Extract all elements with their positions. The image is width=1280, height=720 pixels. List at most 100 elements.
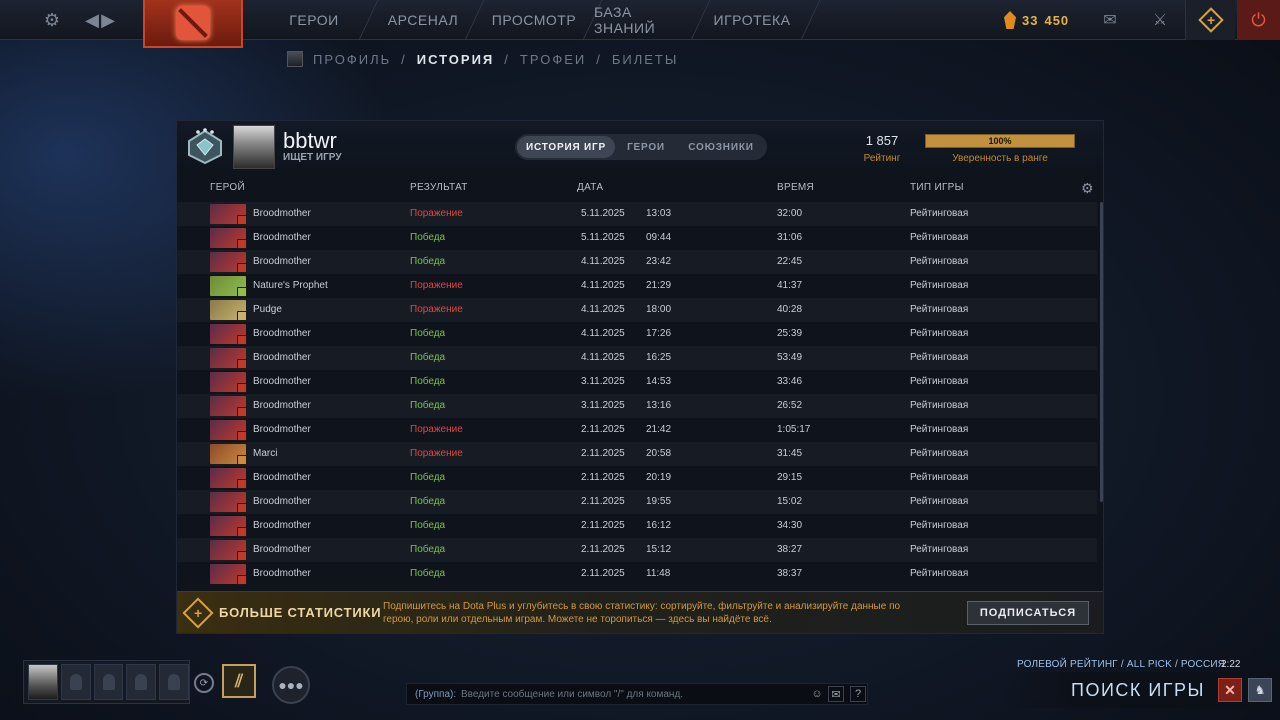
subnav-separator: / (504, 51, 510, 67)
subnav-tickets[interactable]: БИЛЕТЫ (612, 52, 679, 67)
role-badge-icon (237, 311, 247, 321)
match-date: 2.11.2025 (581, 544, 625, 555)
column-header-date[interactable]: ДАТА (577, 182, 603, 193)
match-result: Поражение (410, 208, 463, 219)
group-chat-icon[interactable]: ●●● (272, 666, 310, 704)
subnav-trophies[interactable]: ТРОФЕИ (520, 52, 586, 67)
nav-knowledge-base[interactable]: БАЗА ЗНАНИЙ (594, 0, 690, 40)
party-slot-empty[interactable] (159, 664, 189, 700)
table-row[interactable]: Broodmother Победа 2.11.2025 16:12 34:30 Рейт… (177, 514, 1097, 538)
rating-value: 1 857 (865, 133, 899, 148)
person-placeholder-icon (168, 674, 181, 690)
table-row[interactable]: Broodmother Победа 2.11.2025 15:12 38:27 Рейт… (177, 538, 1097, 562)
column-header-duration[interactable]: ВРЕМЯ (777, 182, 814, 193)
subnav-profile[interactable]: ПРОФИЛЬ (313, 52, 391, 67)
tab-match-history[interactable]: ИСТОРИЯ ИГР (517, 136, 615, 158)
table-row[interactable]: Broodmother Победа 2.11.2025 11:48 38:37 Рейт… (177, 562, 1097, 586)
hero-portrait-icon (210, 252, 247, 273)
nav-watch[interactable]: ПРОСМОТР (478, 0, 590, 40)
table-row[interactable]: Broodmother Победа 5.11.2025 09:44 31:06 Рейт… (177, 226, 1097, 250)
match-date: 2.11.2025 (581, 568, 625, 579)
tab-allies[interactable]: СОЮЗНИКИ (677, 136, 765, 158)
scrollbar[interactable] (1100, 202, 1103, 502)
refresh-icon[interactable]: ⟳ (194, 673, 214, 693)
column-header-result[interactable]: РЕЗУЛЬТАТ (410, 182, 468, 193)
subnav-history[interactable]: ИСТОРИЯ (417, 52, 495, 67)
hero-portrait-icon (210, 300, 247, 321)
cancel-search-button[interactable]: ✕ (1218, 678, 1242, 702)
column-header-hero[interactable]: ГЕРОЙ (210, 182, 245, 193)
table-row[interactable]: Pudge Поражение 4.11.2025 18:00 40:28 Рейтинг… (177, 298, 1097, 322)
hero-name: Broodmother (253, 544, 311, 555)
hero-portrait-icon (210, 492, 247, 513)
help-icon[interactable]: ? (850, 686, 866, 702)
match-result: Поражение (410, 304, 463, 315)
match-date: 2.11.2025 (581, 424, 625, 435)
queue-hero-icon[interactable]: ♞ (1248, 678, 1272, 702)
match-result: Победа (410, 352, 446, 363)
table-row[interactable]: Broodmother Победа 2.11.2025 19:55 15:02 Рейт… (177, 490, 1097, 514)
match-time: 21:29 (646, 280, 672, 291)
table-row[interactable]: Broodmother Поражение 2.11.2025 21:42 1:05:1… (177, 418, 1097, 442)
shards-thousands: 33 (1022, 12, 1039, 28)
avatar[interactable] (233, 125, 275, 169)
role-badge-icon (237, 407, 247, 417)
role-badge-icon (237, 359, 247, 369)
table-row[interactable]: Broodmother Победа 3.11.2025 14:53 33:46 Рейт… (177, 370, 1097, 394)
chat-channel-label[interactable]: (Группа): (415, 689, 456, 700)
match-date: 2.11.2025 (581, 472, 625, 483)
match-history-panel: bbtwr ИЩЕТ ИГРУ ИСТОРИЯ ИГР ГЕРОИ СОЮЗНИ… (176, 120, 1104, 634)
role-queue-icon[interactable]: ⫽ (222, 664, 256, 698)
nav-arsenal[interactable]: АРСЕНАЛ (372, 0, 474, 40)
nav-arcade[interactable]: ИГРОТЕКА (704, 0, 800, 40)
table-header: ГЕРОЙ РЕЗУЛЬТАТ ДАТА ВРЕМЯ ТИП ИГРЫ (177, 179, 1103, 199)
mail-icon[interactable]: ✉ (1098, 8, 1122, 32)
match-time: 15:12 (646, 544, 672, 555)
party-slot-empty[interactable] (126, 664, 157, 700)
table-row[interactable]: Marci Поражение 2.11.2025 20:58 31:45 Рейтинг… (177, 442, 1097, 466)
dota-plus-button[interactable]: + (1185, 0, 1235, 40)
shard-icon (1004, 11, 1016, 29)
table-row[interactable]: Broodmother Победа 4.11.2025 23:42 22:45 Рейт… (177, 250, 1097, 274)
match-duration: 15:02 (777, 496, 803, 507)
settings-gear-icon[interactable]: ⚙ (40, 8, 64, 32)
game-type: Рейтинговая (910, 304, 969, 315)
finding-match-label: ПОИСК ИГРЫ (1071, 680, 1205, 700)
tab-heroes[interactable]: ГЕРОИ (615, 136, 677, 158)
subnav-separator: / (401, 51, 407, 67)
party-slot-empty[interactable] (93, 664, 124, 700)
hero-portrait-icon (210, 468, 247, 489)
power-icon[interactable]: ⏻ (1237, 0, 1280, 40)
table-row[interactable]: Broodmother Победа 3.11.2025 13:16 26:52 Рейт… (177, 394, 1097, 418)
party-slot-self[interactable] (28, 664, 58, 700)
player-status: ИЩЕТ ИГРУ (283, 152, 342, 163)
match-date: 4.11.2025 (581, 280, 625, 291)
game-type: Рейтинговая (910, 256, 969, 267)
match-time: 13:03 (646, 208, 672, 219)
role-badge-icon (237, 263, 247, 273)
dota-logo-button[interactable] (143, 0, 243, 48)
table-settings-gear-icon[interactable]: ⚙ (1081, 180, 1094, 197)
armory-icon[interactable]: ⚔ (1148, 8, 1172, 32)
table-row[interactable]: Broodmother Победа 2.11.2025 20:19 29:15 Рейт… (177, 466, 1097, 490)
chat-input[interactable] (461, 685, 801, 703)
match-duration: 38:37 (777, 568, 803, 579)
profile-header: bbtwr ИЩЕТ ИГРУ ИСТОРИЯ ИГР ГЕРОИ СОЮЗНИ… (177, 121, 1103, 173)
match-date: 4.11.2025 (581, 328, 625, 339)
shards-balance[interactable]: 33 450 (1004, 6, 1069, 34)
column-header-game-type[interactable]: ТИП ИГРЫ (910, 182, 964, 193)
table-row[interactable]: Nature's Prophet Поражение 4.11.2025 21:29 4… (177, 274, 1097, 298)
subscribe-button[interactable]: ПОДПИСАТЬСЯ (967, 601, 1089, 625)
table-row[interactable]: Broodmother Поражение 5.11.2025 13:03 32:00 Р… (177, 202, 1097, 226)
forward-arrow-icon[interactable]: ▶ (96, 8, 120, 32)
table-row[interactable]: Broodmother Победа 4.11.2025 17:26 25:39 Рейт… (177, 322, 1097, 346)
subnav-separator: / (596, 51, 602, 67)
chat-wheel-icon[interactable]: ✉ (828, 686, 844, 702)
match-time: 19:55 (646, 496, 672, 507)
table-row[interactable]: Broodmother Победа 4.11.2025 16:25 53:49 Рейт… (177, 346, 1097, 370)
nav-heroes[interactable]: ГЕРОИ (262, 0, 366, 40)
history-tabs: ИСТОРИЯ ИГР ГЕРОИ СОЮЗНИКИ (515, 134, 767, 160)
hero-portrait-icon (210, 540, 247, 561)
party-slot-empty[interactable] (60, 664, 91, 700)
emoji-icon[interactable]: ☺ (809, 686, 825, 702)
